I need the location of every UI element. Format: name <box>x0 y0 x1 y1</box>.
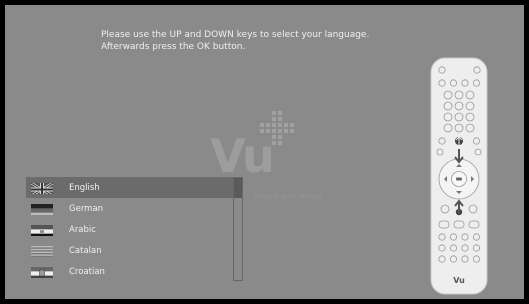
croatian-flag-icon <box>31 265 53 278</box>
list-scrollbar[interactable] <box>233 177 243 281</box>
arabic-flag-icon <box>31 223 53 236</box>
language-item-catalan[interactable]: Catalan <box>26 240 233 261</box>
logo-text: Vu <box>210 129 275 183</box>
remote-control-illustration: Vu <box>430 57 488 295</box>
language-item-english[interactable]: English <box>26 177 233 198</box>
remote-brand-logo: Vu <box>453 276 465 285</box>
instructions: Please use the UP and DOWN keys to selec… <box>101 29 369 53</box>
language-label: English <box>69 182 100 193</box>
language-item-arabic[interactable]: Arabic <box>26 219 233 240</box>
catalan-flag-icon <box>31 244 53 257</box>
language-label: Catalan <box>69 245 102 256</box>
language-label: Croatian <box>69 266 105 277</box>
instruction-line-1: Please use the UP and DOWN keys to selec… <box>101 30 370 40</box>
language-label: German <box>69 203 104 214</box>
language-item-german[interactable]: German <box>26 198 233 219</box>
language-item-croatian[interactable]: Croatian <box>26 261 233 282</box>
instruction-line-2: Afterwards press the OK button. <box>101 42 246 52</box>
scrollbar-thumb[interactable] <box>234 178 242 198</box>
logo-tagline: Smart and Yellow <box>254 192 323 201</box>
screen: Please use the UP and DOWN keys to selec… <box>5 5 524 299</box>
uk-flag-icon <box>31 181 53 194</box>
german-flag-icon <box>31 202 53 215</box>
language-label: Arabic <box>69 224 96 235</box>
language-list[interactable]: English German Arabic Catalan Croatian <box>26 177 233 282</box>
